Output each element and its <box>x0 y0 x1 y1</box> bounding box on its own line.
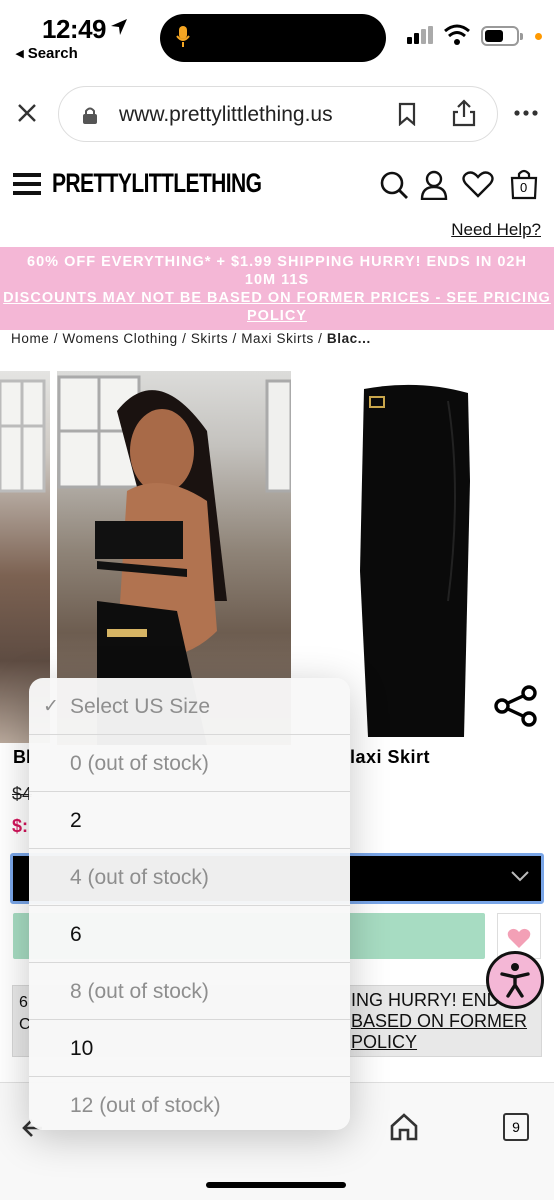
status-bar: 12:49 ◂ Search <box>0 0 554 72</box>
size-option-label: 8 (out of stock) <box>70 980 209 1003</box>
breadcrumb-current: Blac... <box>326 331 371 346</box>
info-right-line-3[interactable]: POLICY <box>351 1032 417 1052</box>
size-option[interactable]: 8 (out of stock) <box>29 963 350 1020</box>
size-option-header[interactable]: ✓ Select US Size <box>29 678 350 735</box>
need-help-link[interactable]: Need Help? <box>451 220 541 240</box>
cart-count: 0 <box>520 180 528 195</box>
promo-line-1: 60% OFF EVERYTHING* + $1.99 SHIPPING HUR… <box>27 254 527 270</box>
browser-url-row: www.prettylittlething.us <box>0 84 554 146</box>
size-option-label: 2 <box>70 809 82 832</box>
close-icon[interactable] <box>16 102 38 124</box>
dynamic-island <box>160 14 386 62</box>
size-option-label: Select US Size <box>70 695 211 718</box>
breadcrumb[interactable]: Home / Womens Clothing / Skirts / Maxi S… <box>11 331 371 346</box>
size-option-label: 6 <box>70 923 82 946</box>
share-nodes-icon[interactable] <box>494 685 538 727</box>
checkmark-icon: ✓ <box>43 696 59 717</box>
tabs-icon[interactable]: 9 <box>503 1113 529 1141</box>
size-dropdown-menu[interactable]: ✓ Select US Size 0 (out of stock) 2 4 (ou… <box>29 678 350 1130</box>
size-option[interactable]: 10 <box>29 1020 350 1077</box>
account-icon[interactable] <box>420 170 448 200</box>
heart-icon <box>507 928 531 948</box>
promo-line-3[interactable]: DISCOUNTS MAY NOT BE BASED ON FORMER PRI… <box>0 289 554 307</box>
promo-banner[interactable]: 60% OFF EVERYTHING* + $1.99 SHIPPING HUR… <box>0 247 554 330</box>
accessibility-button[interactable] <box>486 951 544 1009</box>
battery-icon <box>481 26 523 46</box>
size-option-label: 10 <box>70 1037 94 1060</box>
home-indicator <box>206 1182 346 1188</box>
home-icon[interactable] <box>389 1112 419 1142</box>
location-arrow-icon <box>111 19 127 35</box>
promo-line-2: 10M 11S <box>244 272 310 288</box>
size-option[interactable]: 12 (out of stock) <box>29 1077 350 1130</box>
search-icon[interactable] <box>379 170 409 200</box>
bookmark-icon[interactable] <box>398 102 416 126</box>
product-title-right: laxi Skirt <box>350 747 431 767</box>
size-option[interactable]: 2 <box>29 792 350 849</box>
chevron-down-icon <box>511 871 529 882</box>
size-option-label: 4 (out of stock) <box>70 866 209 889</box>
size-option[interactable]: 0 (out of stock) <box>29 735 350 792</box>
size-option-label: 0 (out of stock) <box>70 752 209 775</box>
back-to-search-link[interactable]: ◂ Search <box>16 44 78 62</box>
breadcrumb-path[interactable]: Home / Womens Clothing / Skirts / Maxi S… <box>11 331 327 346</box>
size-option[interactable]: 4 (out of stock) <box>29 849 350 906</box>
site-logo[interactable]: PRETTYLITTLETHING <box>52 168 262 199</box>
share-icon[interactable] <box>452 99 476 127</box>
size-option[interactable]: 6 <box>29 906 350 963</box>
status-time: 12:49 <box>42 14 107 44</box>
accessibility-icon <box>500 963 530 998</box>
more-icon[interactable] <box>514 110 538 116</box>
wifi-icon <box>444 24 470 45</box>
privacy-indicator <box>535 33 542 40</box>
microphone-icon <box>176 26 190 47</box>
size-option-label: 12 (out of stock) <box>70 1094 221 1117</box>
promo-line-4[interactable]: POLICY <box>0 307 554 325</box>
signal-icon <box>407 26 433 44</box>
heart-icon[interactable] <box>462 170 494 198</box>
cart[interactable]: 0 <box>509 168 539 200</box>
lock-icon <box>83 107 97 124</box>
url-text: www.prettylittlething.us <box>119 103 333 126</box>
sale-price: $: <box>12 816 29 836</box>
menu-icon[interactable] <box>13 172 41 196</box>
info-right-line-2[interactable]: BASED ON FORMER <box>351 1011 527 1031</box>
